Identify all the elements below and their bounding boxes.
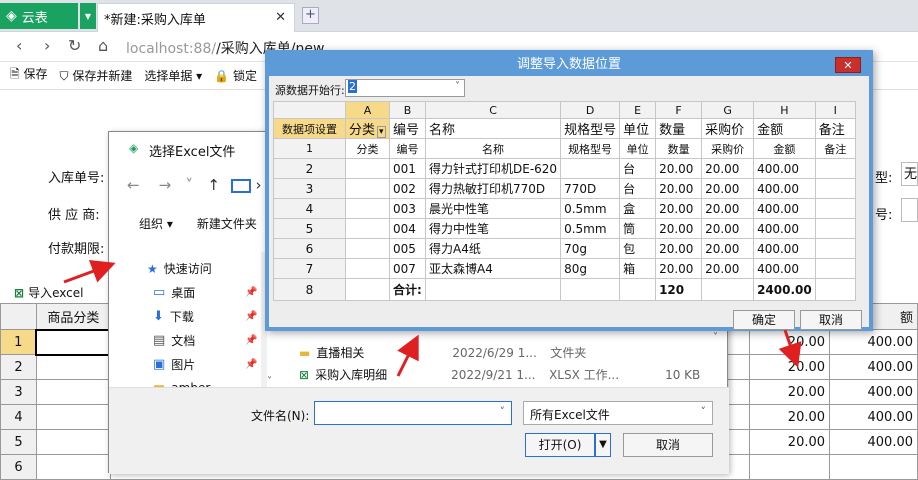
arrow-to-confirm	[778, 329, 802, 368]
annotation-arrows	[63, 259, 802, 377]
arrow-to-file	[396, 334, 419, 377]
arrow-to-import	[63, 259, 116, 284]
